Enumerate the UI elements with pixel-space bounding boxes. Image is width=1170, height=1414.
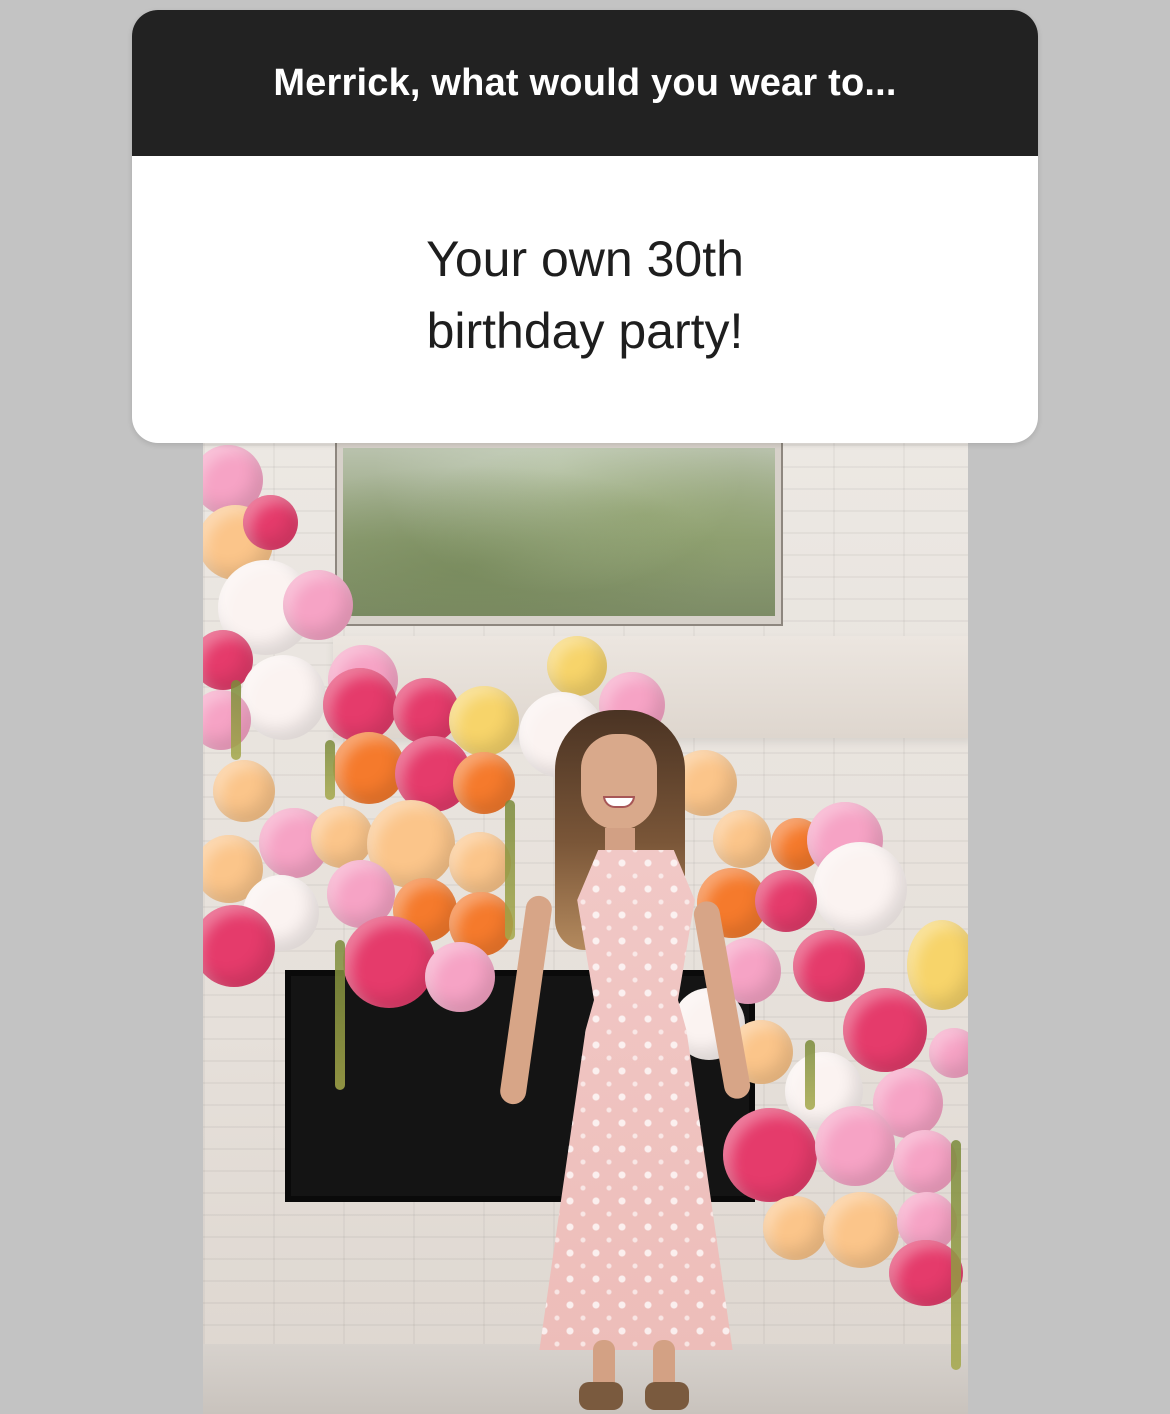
left-shoe — [579, 1382, 623, 1410]
balloon — [907, 920, 968, 1010]
balloon — [393, 678, 459, 744]
balloon — [893, 1130, 957, 1194]
greenery-strand — [325, 740, 335, 800]
balloon — [547, 636, 607, 696]
balloon — [449, 832, 511, 894]
balloon — [343, 916, 435, 1008]
balloon — [793, 930, 865, 1002]
balloon — [755, 870, 817, 932]
answer-text: Your own 30th birthday party! — [426, 230, 744, 359]
balloon — [323, 668, 397, 742]
balloon — [213, 760, 275, 822]
balloon — [333, 732, 405, 804]
right-arm — [691, 899, 753, 1101]
balloon — [241, 655, 326, 740]
face — [581, 734, 657, 830]
question-header: Merrick, what would you wear to... — [132, 10, 1038, 156]
woman-in-pink-dress — [498, 710, 763, 1414]
story-photo — [203, 440, 968, 1414]
balloon — [813, 842, 907, 936]
balloon — [311, 806, 373, 868]
balloon — [929, 1028, 968, 1078]
balloon — [283, 570, 353, 640]
right-shoe — [645, 1382, 689, 1410]
balloon — [243, 495, 298, 550]
greenery-strand — [805, 1040, 815, 1110]
balloon — [203, 905, 275, 987]
answer-body: Your own 30th birthday party! — [132, 156, 1038, 443]
greenery-strand — [951, 1140, 961, 1370]
greenery-strand — [335, 940, 345, 1090]
balloon — [815, 1106, 895, 1186]
balloon — [843, 988, 927, 1072]
balloon — [763, 1196, 827, 1260]
balloon — [823, 1192, 899, 1268]
greenery-strand — [231, 680, 241, 760]
left-arm — [498, 894, 554, 1106]
question-text: Merrick, what would you wear to... — [273, 61, 897, 104]
balloon — [425, 942, 495, 1012]
question-sticker[interactable]: Merrick, what would you wear to... Your … — [132, 10, 1038, 443]
